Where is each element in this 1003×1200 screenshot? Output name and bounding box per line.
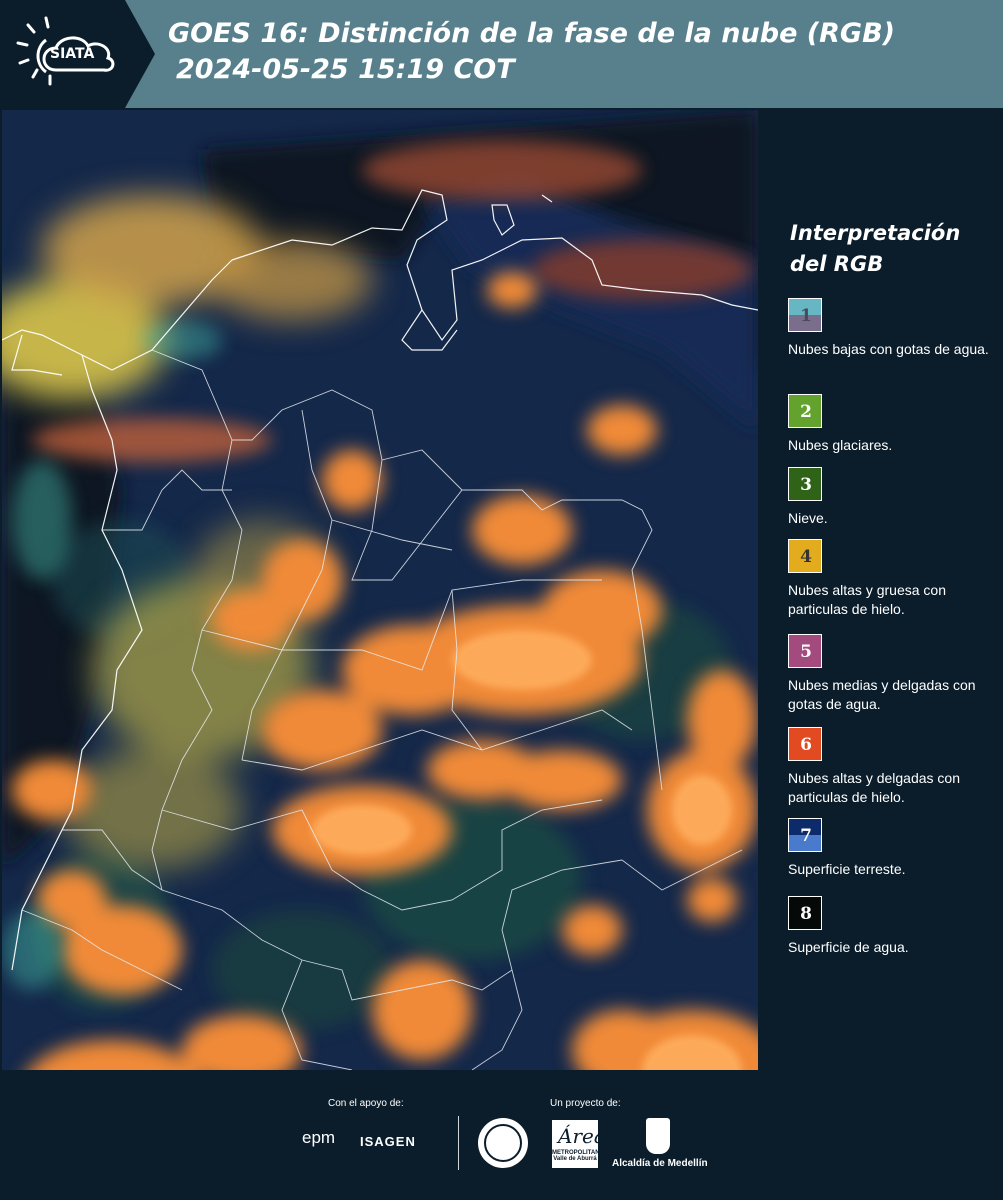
- legend-item-1: 1 Nubes bajas con gotas de agua.: [788, 298, 998, 359]
- legend-swatch-7: 7: [788, 818, 822, 852]
- satellite-map[interactable]: [2, 110, 758, 1070]
- legend-item-6: 6 Nubes altas y delgadas con particulas …: [788, 727, 998, 807]
- legend-label-7: Superficie terreste.: [788, 861, 906, 877]
- header-bar: SIATA GOES 16: Distinción de la fase de …: [0, 0, 1003, 108]
- footer-divider: [458, 1116, 459, 1170]
- legend-label-6: Nubes altas y delgadas con particulas de…: [788, 770, 960, 805]
- legend-number-5: 5: [800, 642, 812, 662]
- alcaldia-shield-icon: [646, 1118, 670, 1154]
- legend-item-7: 7 Superficie terreste.: [788, 818, 998, 879]
- title-line-2: 2024-05-25 15:19 COT: [176, 54, 515, 85]
- legend-swatch-6: 6: [788, 727, 822, 761]
- legend-swatch-8: 8: [788, 896, 822, 930]
- legend-label-2: Nubes glaciares.: [788, 437, 893, 453]
- legend-swatch-4: 4: [788, 539, 822, 573]
- legend-number-1: 1: [800, 306, 812, 326]
- legend-label-1: Nubes bajas con gotas de agua.: [788, 341, 989, 357]
- legend-item-4: 4 Nubes altas y gruesa con particulas de…: [788, 539, 998, 619]
- legend-item-5: 5 Nubes medias y delgadas con gotas de a…: [788, 634, 998, 714]
- rgb-legend: Interpretación del RGB 1 Nubes bajas con…: [766, 110, 1003, 1070]
- area-metropolitana-logo: Área METROPOLITANA Valle de Aburrá: [552, 1120, 606, 1168]
- epm-logo: epm: [302, 1128, 336, 1147]
- legend-label-3: Nieve.: [788, 510, 828, 526]
- legend-title: Interpretación del RGB: [790, 221, 961, 276]
- legend-number-4: 4: [800, 547, 812, 567]
- area-metro-text: METROPOLITANA Valle de Aburrá: [552, 1150, 604, 1162]
- legend-number-3: 3: [800, 475, 812, 495]
- legend-number-7: 7: [800, 826, 812, 846]
- satellite-map-graphic: [2, 110, 758, 1070]
- alcaldia-logo-text: Alcaldía de Medellín: [612, 1158, 708, 1169]
- area-metro-script: Área: [558, 1124, 606, 1148]
- legend-item-3: 3 Nieve.: [788, 467, 998, 528]
- page-title: GOES 16: Distinción de la fase de la nub…: [168, 16, 895, 88]
- footer-sponsors: Con el apoyo de: Un proyecto de: epm ISA…: [0, 1072, 1003, 1200]
- medellin-seal-logo: [478, 1118, 528, 1168]
- legend-swatch-1: 1: [788, 298, 822, 332]
- siata-logo-text: SIATA: [50, 46, 95, 62]
- legend-item-8: 8 Superficie de agua.: [788, 896, 998, 957]
- siata-logo: SIATA: [0, 0, 155, 108]
- seal-ring-icon: [484, 1124, 522, 1162]
- legend-swatch-3: 3: [788, 467, 822, 501]
- isagen-logo: ISAGEN: [360, 1134, 416, 1149]
- legend-swatch-5: 5: [788, 634, 822, 668]
- title-line-1: GOES 16: Distinción de la fase de la nub…: [168, 18, 895, 49]
- legend-label-8: Superficie de agua.: [788, 939, 909, 955]
- legend-number-6: 6: [800, 735, 812, 755]
- legend-number-2: 2: [800, 402, 812, 422]
- legend-label-4: Nubes altas y gruesa con particulas de h…: [788, 582, 946, 617]
- support-label: Con el apoyo de:: [328, 1098, 404, 1109]
- legend-label-5: Nubes medias y delgadas con gotas de agu…: [788, 677, 976, 712]
- legend-number-8: 8: [800, 904, 812, 924]
- legend-swatch-2: 2: [788, 394, 822, 428]
- project-label: Un proyecto de:: [550, 1098, 621, 1109]
- legend-item-2: 2 Nubes glaciares.: [788, 394, 998, 455]
